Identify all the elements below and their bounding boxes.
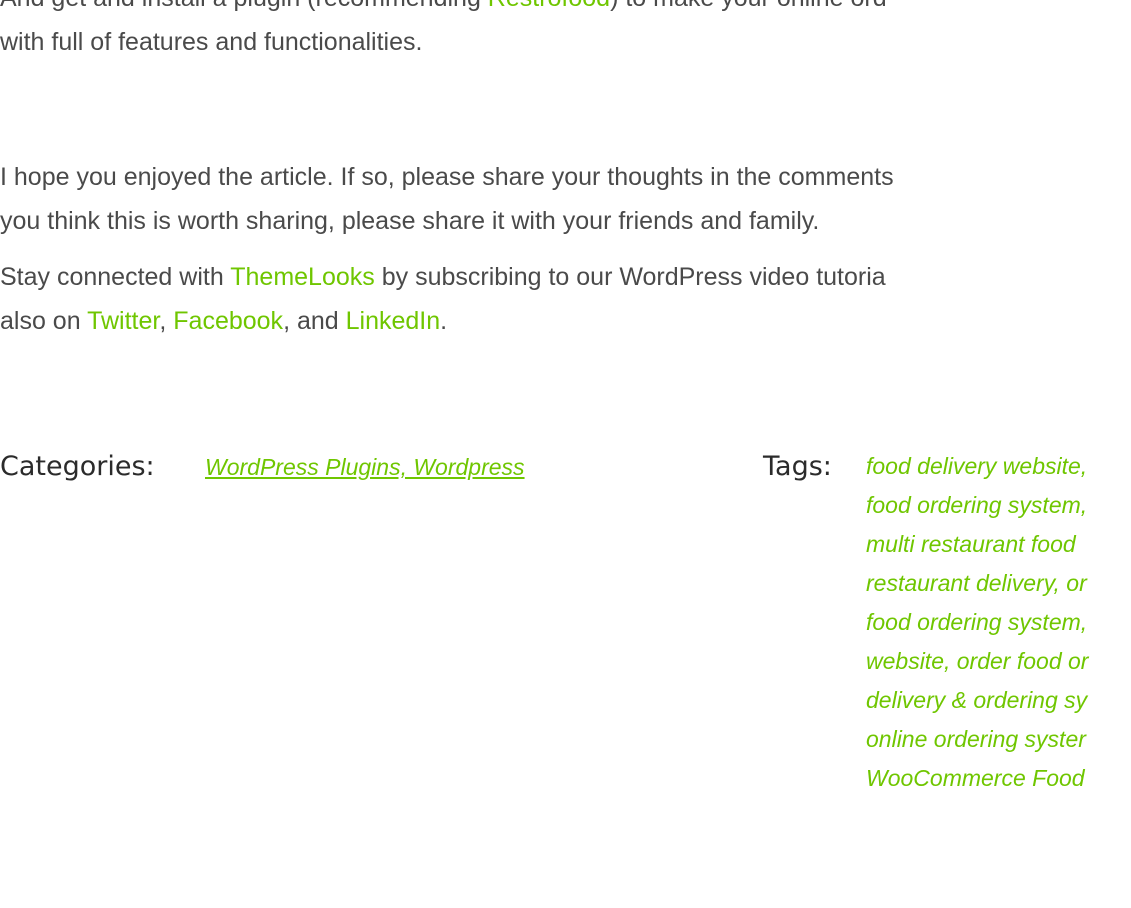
restrofood-link[interactable]: Restrofood [488, 0, 610, 12]
tag-line[interactable]: food ordering system, [866, 603, 1088, 642]
paragraph-closing: I hope you enjoyed the article. If so, p… [0, 155, 1131, 243]
paragraph-text: And get and install a plugin (recommendi… [0, 0, 488, 12]
facebook-link[interactable]: Facebook [173, 307, 283, 335]
tag-line[interactable]: WooCommerce Food [866, 759, 1088, 798]
tag-line[interactable]: multi restaurant food [866, 525, 1088, 564]
paragraph-text: also on [0, 307, 88, 335]
paragraph-text: Stay connected with [0, 263, 231, 291]
tag-line[interactable]: food ordering system, [866, 486, 1088, 525]
paragraph-text: . [440, 307, 448, 335]
tag-line[interactable]: website, order food or [866, 642, 1088, 681]
paragraph-text: you think this is worth sharing, please … [0, 207, 820, 235]
tag-line[interactable]: delivery & ordering sy [866, 681, 1088, 720]
paragraph-text: , [159, 307, 174, 335]
paragraph-text: by subscribing to our WordPress video tu… [374, 263, 886, 291]
tag-line[interactable]: online ordering syster [866, 720, 1088, 759]
tag-line[interactable]: restaurant delivery, or [866, 564, 1088, 603]
paragraph-text: , and [283, 307, 346, 335]
twitter-link[interactable]: Twitter [87, 307, 159, 335]
paragraph-plugin-recommendation: And get and install a plugin (recommendi… [0, 0, 1131, 64]
themelooks-link[interactable]: ThemeLooks [230, 263, 375, 291]
linkedin-link[interactable]: LinkedIn [346, 307, 441, 335]
categories-links[interactable]: WordPress Plugins, Wordpress [205, 447, 525, 487]
paragraph-text: I hope you enjoyed the article. If so, p… [0, 163, 894, 191]
paragraph-text: with full of features and functionalitie… [0, 28, 423, 56]
tag-line[interactable]: food delivery website, [866, 447, 1088, 486]
tags-list: food delivery website, food ordering sys… [866, 447, 1088, 798]
categories-label: Categories: [0, 451, 155, 482]
paragraph-text: ) to make your online ord [610, 0, 887, 12]
tags-label: Tags: [763, 451, 832, 482]
paragraph-stay-connected: Stay connected with ThemeLooks by subscr… [0, 255, 1131, 343]
